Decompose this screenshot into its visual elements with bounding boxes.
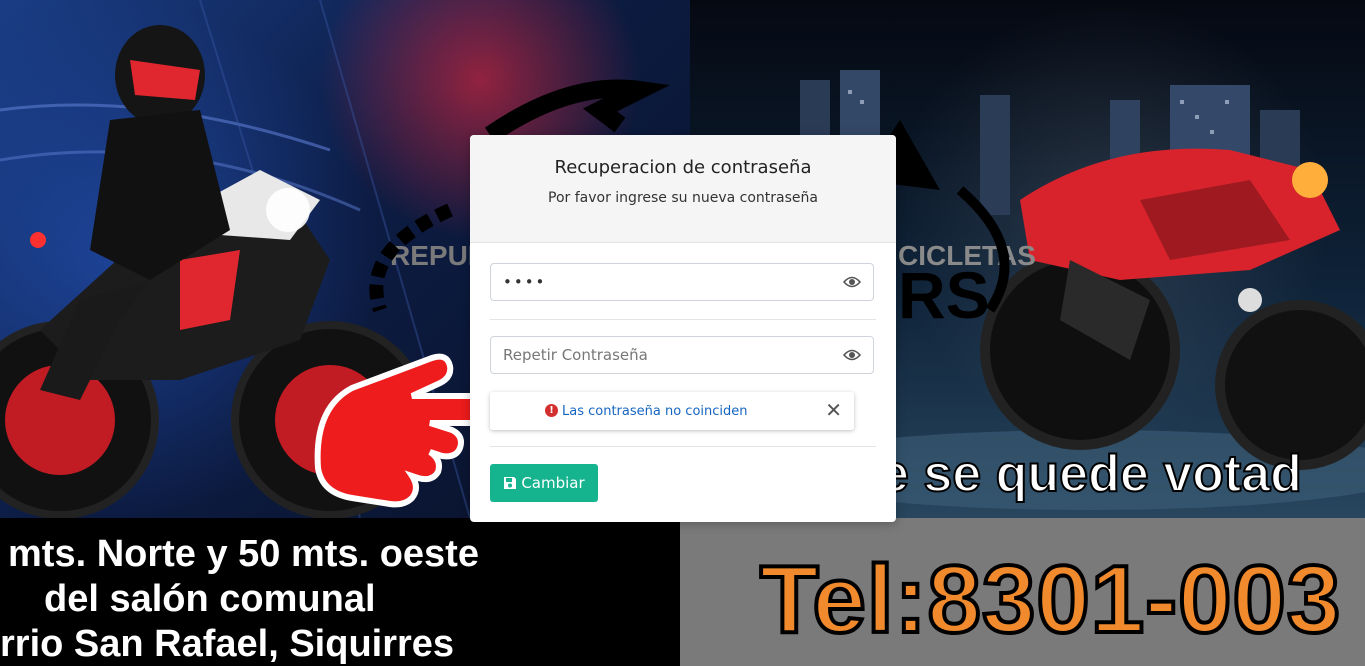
new-password-field[interactable] [490, 263, 874, 301]
save-icon [504, 477, 517, 489]
eye-icon[interactable] [843, 275, 861, 289]
modal-subtitle: Por favor ingrese su nueva contraseña [548, 190, 818, 206]
repeat-password-field[interactable] [490, 336, 874, 374]
address-line-1: mts. Norte y 50 mts. oeste [8, 533, 479, 575]
phone-number: Tel:8301-003 [758, 546, 1342, 653]
eye-icon[interactable] [843, 348, 861, 362]
change-button-label: Cambiar [521, 474, 585, 492]
repeat-password-input[interactable] [491, 337, 845, 373]
password-recovery-modal: Recuperacion de contraseña Por favor ing… [470, 135, 896, 522]
new-password-input[interactable] [491, 264, 845, 300]
address-line-3: rrio San Rafael, Siquirres [0, 623, 455, 665]
banner-slogan: e se quede votad [879, 445, 1303, 503]
modal-title: Recuperacion de contraseña [554, 157, 812, 178]
exclamation-circle-icon: ! [545, 404, 558, 417]
divider [490, 446, 876, 447]
password-mismatch-alert: ! Las contraseña no coinciden ✕ [490, 392, 854, 430]
change-password-button[interactable]: Cambiar [490, 464, 598, 502]
alert-message: Las contraseña no coinciden [562, 404, 748, 419]
modal-header: Recuperacion de contraseña Por favor ing… [470, 135, 896, 243]
address-line-2: del salón comunal [44, 578, 376, 620]
close-icon[interactable]: ✕ [825, 400, 842, 420]
divider [490, 319, 876, 320]
